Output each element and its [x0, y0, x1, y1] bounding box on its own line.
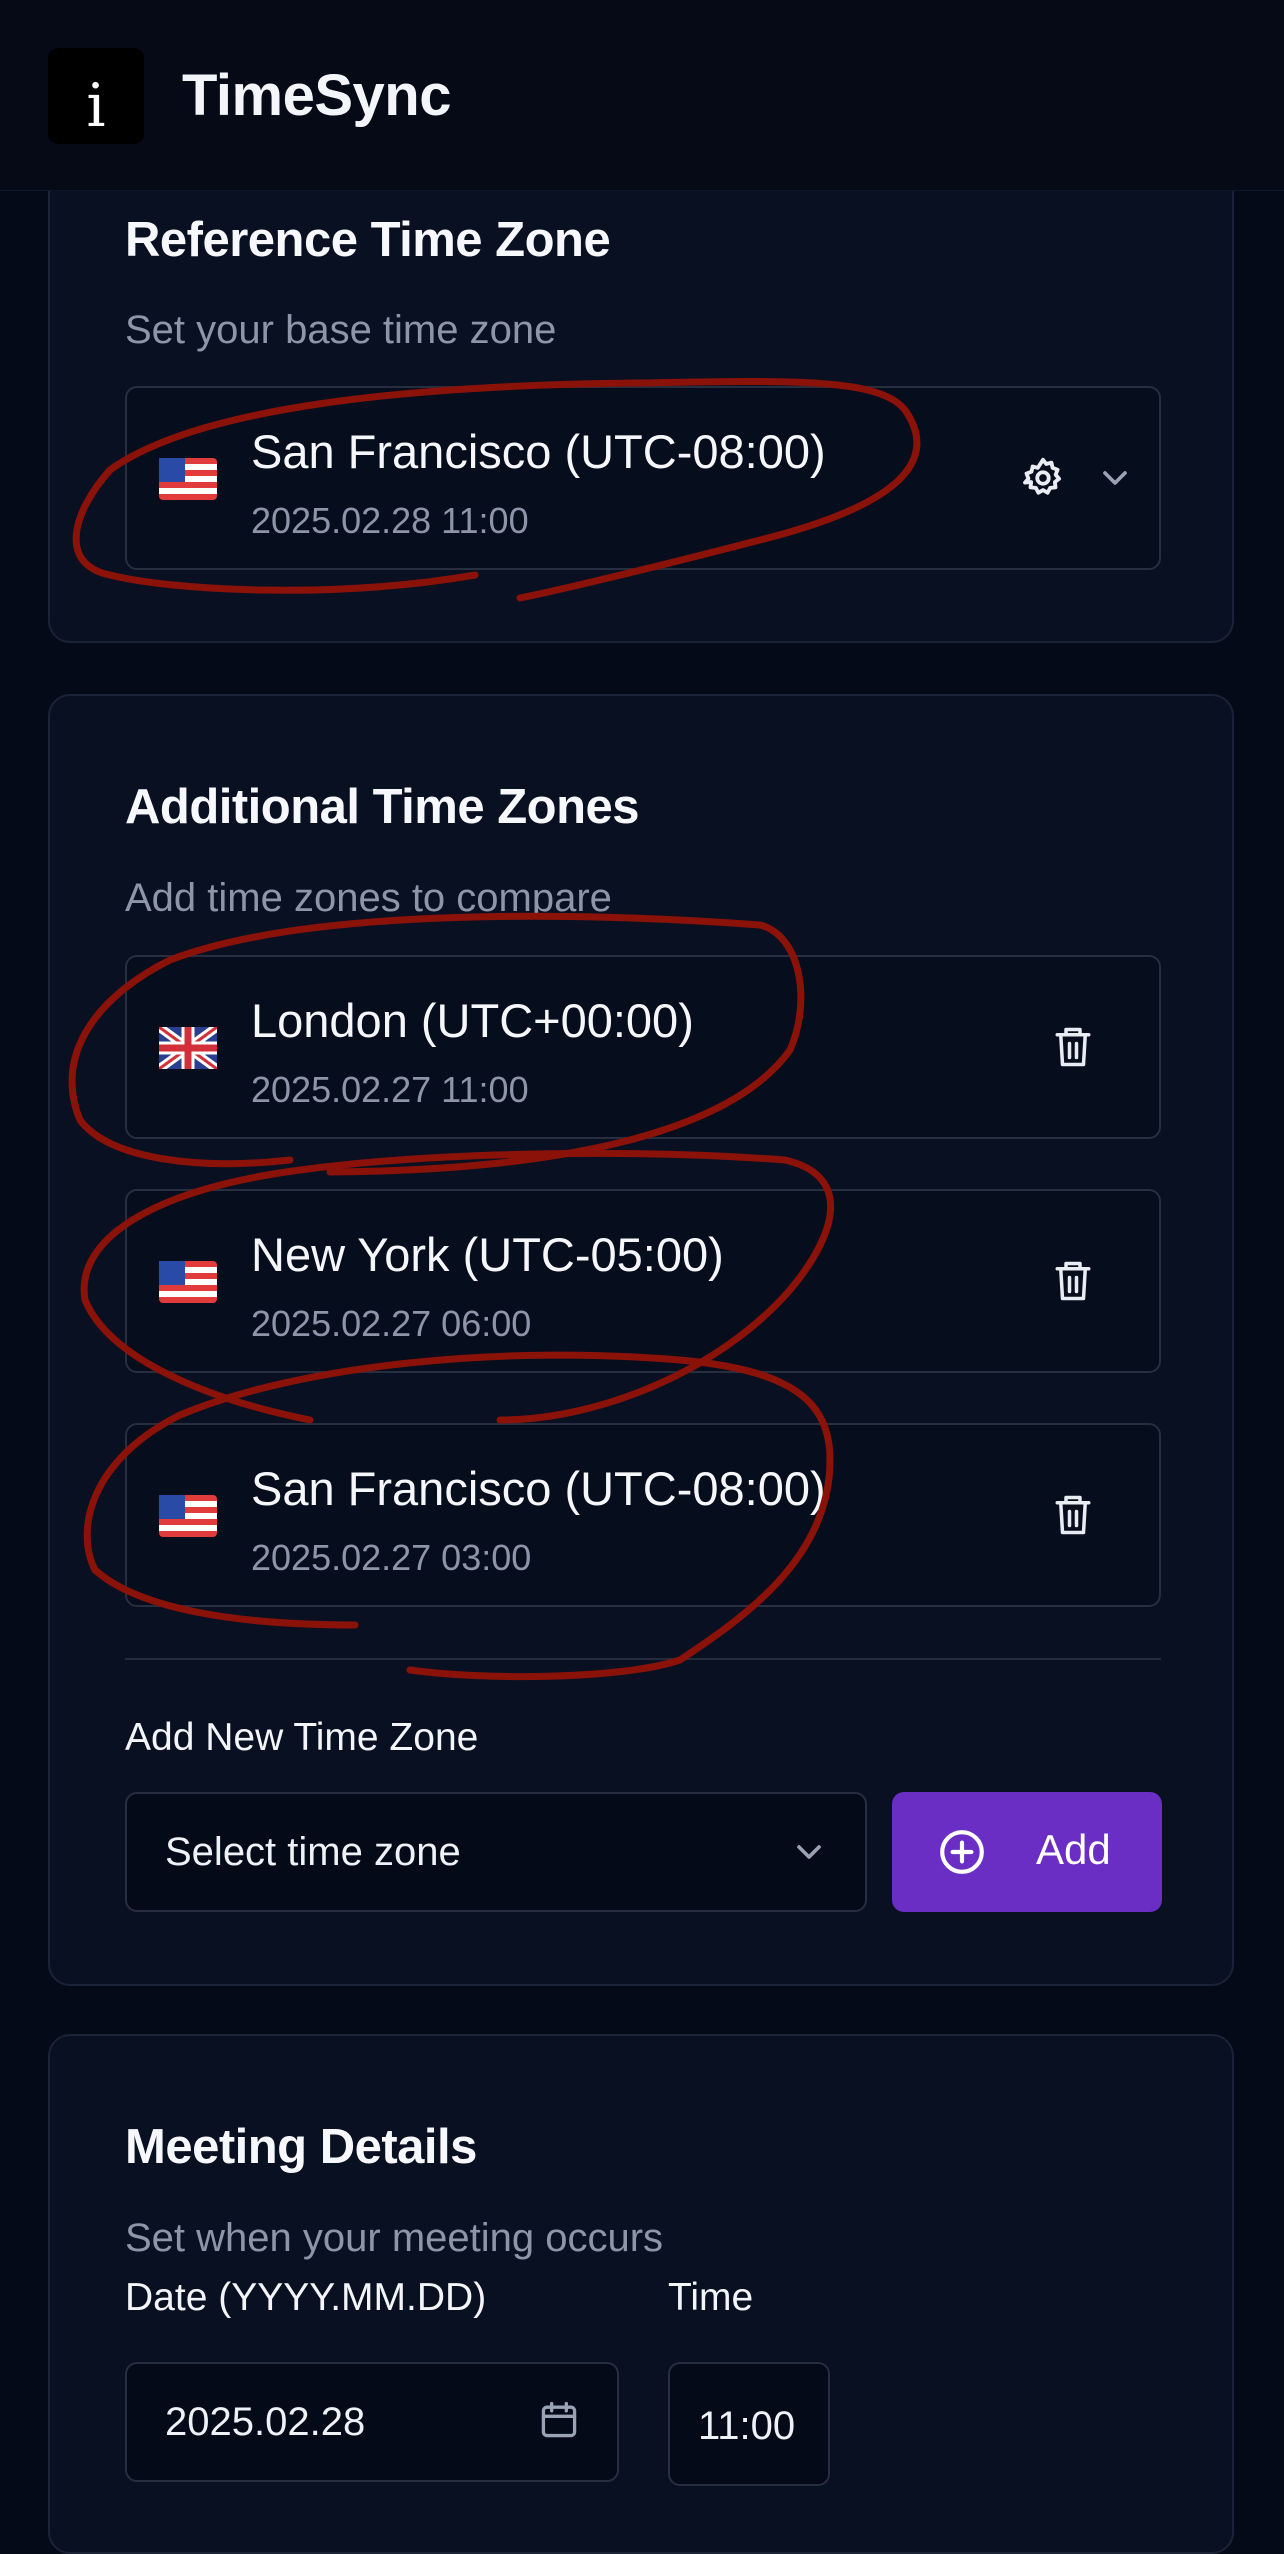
- timezone-select-placeholder: Select time zone: [165, 1830, 461, 1874]
- reference-zone-name: San Francisco (UTC-08:00): [251, 425, 826, 478]
- gear-icon[interactable]: [1015, 450, 1071, 506]
- add-zone-label: Add New Time Zone: [125, 1716, 479, 1759]
- divider: [125, 1658, 1161, 1660]
- date-label: Date (YYYY.MM.DD): [125, 2276, 487, 2319]
- meeting-card: Meeting Details Set when your meeting oc…: [48, 2034, 1234, 2554]
- zone-datetime: 2025.02.27 03:00: [251, 1537, 532, 1578]
- list-item: London (UTC+00:00) 2025.02.27 11:00: [125, 955, 1161, 1139]
- date-value: 2025.02.28: [165, 2400, 366, 2444]
- additional-subtitle: Add time zones to compare: [125, 876, 612, 920]
- zone-datetime: 2025.02.27 11:00: [251, 1069, 529, 1110]
- timezone-select[interactable]: Select time zone: [125, 1792, 867, 1912]
- time-label: Time: [668, 2276, 754, 2319]
- plus-circle-icon: [934, 1824, 990, 1880]
- list-item: San Francisco (UTC-08:00) 2025.02.27 03:…: [125, 1423, 1161, 1607]
- app-title: TimeSync: [182, 63, 451, 128]
- app-logo[interactable]: i: [48, 48, 144, 144]
- trash-icon[interactable]: [1045, 1019, 1101, 1075]
- zone-name: New York (UTC-05:00): [251, 1228, 724, 1281]
- app-header: i TimeSync: [0, 0, 1284, 191]
- calendar-icon[interactable]: [531, 2392, 587, 2448]
- trash-icon[interactable]: [1045, 1253, 1101, 1309]
- reference-zone-datetime: 2025.02.28 11:00: [251, 500, 529, 541]
- chevron-down-icon[interactable]: [1087, 450, 1143, 506]
- time-value: 11:00: [698, 2404, 796, 2448]
- reference-card: Reference Time Zone Set your base time z…: [48, 150, 1234, 643]
- zone-datetime: 2025.02.27 06:00: [251, 1303, 532, 1344]
- us-flag-icon: [159, 1495, 217, 1537]
- zone-name: San Francisco (UTC-08:00): [251, 1462, 826, 1515]
- meeting-title: Meeting Details: [125, 2120, 477, 2174]
- list-item: New York (UTC-05:00) 2025.02.27 06:00: [125, 1189, 1161, 1373]
- chevron-down-icon: [781, 1824, 837, 1880]
- additional-title: Additional Time Zones: [125, 780, 640, 834]
- meeting-subtitle: Set when your meeting occurs: [125, 2216, 664, 2260]
- time-input[interactable]: 11:00: [668, 2362, 830, 2486]
- reference-zone-select[interactable]: San Francisco (UTC-08:00) 2025.02.28 11:…: [125, 386, 1161, 570]
- logo-glyph: i: [86, 71, 106, 141]
- reference-title: Reference Time Zone: [125, 213, 611, 267]
- additional-card: Additional Time Zones Add time zones to …: [48, 694, 1234, 1986]
- reference-subtitle: Set your base time zone: [125, 308, 557, 352]
- us-flag-icon: [159, 1261, 217, 1303]
- trash-icon[interactable]: [1045, 1487, 1101, 1543]
- add-button[interactable]: Add: [892, 1792, 1162, 1912]
- add-button-label: Add: [1036, 1826, 1111, 1873]
- date-input[interactable]: 2025.02.28: [125, 2362, 619, 2482]
- zone-name: London (UTC+00:00): [251, 994, 694, 1047]
- uk-flag-icon: [159, 1027, 217, 1069]
- us-flag-icon: [159, 458, 217, 500]
